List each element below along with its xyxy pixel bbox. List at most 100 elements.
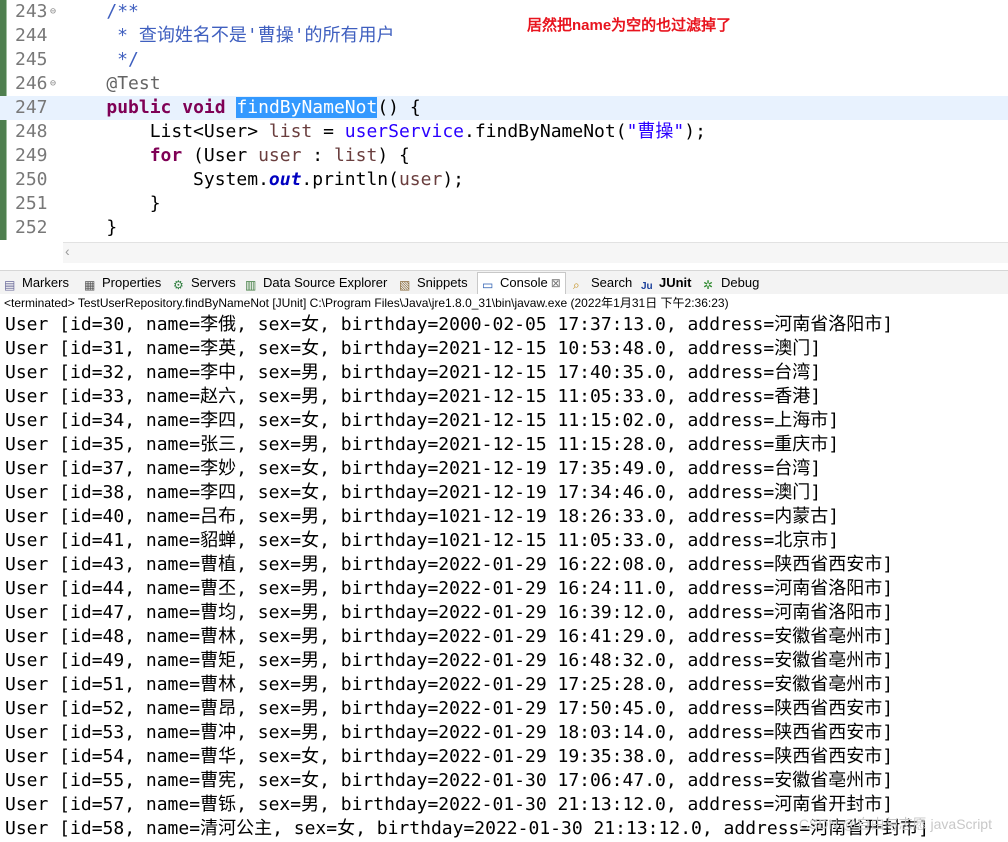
line-number: 249 (15, 145, 48, 166)
console-line: User [id=38, name=李四, sex=女, birthday=20… (5, 482, 822, 503)
console-line: User [id=34, name=李四, sex=女, birthday=20… (5, 410, 840, 431)
code-token: list (268, 121, 313, 142)
debug-icon: ✲ (703, 278, 714, 292)
code-token: user (258, 145, 302, 166)
tab-search[interactable]: ⌕ Search (573, 274, 632, 294)
code-line[interactable]: 251 } (0, 192, 1008, 216)
code-token: */ (63, 49, 139, 70)
code-token: } (63, 193, 161, 214)
tab-snippets[interactable]: ▧ Snippets (399, 274, 468, 294)
tab-label: Snippets (417, 275, 468, 290)
code-line[interactable]: 247 public void findByNameNot() { (0, 96, 1008, 120)
code-token: void (182, 97, 226, 118)
code-token: out (268, 169, 302, 190)
console-line: User [id=53, name=曹冲, sex=男, birthday=20… (5, 722, 894, 743)
code-text: @Test (63, 72, 161, 96)
code-token: * 查询姓名不是'曹操'的所有用户 (63, 25, 395, 46)
view-tab-bar: ▤ Markers ▦ Properties ⚙ Servers ▥ Data Source … (0, 270, 1008, 295)
code-line[interactable]: 245 */ (0, 48, 1008, 72)
line-number: 244 (15, 25, 48, 46)
console-line: User [id=31, name=李英, sex=女, birthday=20… (5, 338, 822, 359)
code-text: } (63, 216, 117, 240)
tab-label: Debug (721, 275, 760, 290)
code-token: List<User> (63, 121, 269, 142)
code-line[interactable]: 244 * 查询姓名不是'曹操'的所有用户 (0, 24, 1008, 48)
code-line[interactable]: 243 ⊖ /** (0, 0, 1008, 24)
console-line: User [id=48, name=曹林, sex=男, birthday=20… (5, 626, 894, 647)
line-number: 251 (15, 193, 48, 214)
code-token: /** (106, 1, 139, 22)
console-line: User [id=41, name=貂蝉, sex=女, birthday=10… (5, 530, 840, 551)
code-token: ) { (377, 145, 410, 166)
console-line: User [id=51, name=曹林, sex=男, birthday=20… (5, 674, 894, 695)
code-text: */ (63, 48, 139, 72)
code-token: userService (344, 121, 464, 142)
search-icon: ⌕ (573, 278, 580, 292)
console-line: User [id=43, name=曹植, sex=男, birthday=20… (5, 554, 894, 575)
code-line[interactable]: 246 ⊖ @Test (0, 72, 1008, 96)
code-token: } (63, 217, 118, 238)
code-text: System.out.println(user); (63, 168, 464, 192)
console-status: <terminated> TestUserRepository.findByNa… (0, 294, 1008, 312)
code-token: () { (377, 97, 421, 118)
line-number: 252 (15, 217, 48, 238)
code-token: ); (684, 121, 706, 142)
console-line: User [id=49, name=曹矩, sex=男, birthday=20… (5, 650, 894, 671)
console-icon: ▭ (482, 278, 494, 292)
fold-toggle-icon[interactable]: ⊖ (50, 72, 56, 96)
close-icon[interactable]: ⊠ (551, 276, 561, 290)
tab-servers[interactable]: ⚙ Servers (173, 274, 236, 294)
tab-properties[interactable]: ▦ Properties (84, 274, 161, 294)
scroll-left-icon[interactable]: ‹ (65, 243, 70, 259)
tab-debug[interactable]: ✲ Debug (703, 274, 759, 294)
code-token: = (312, 121, 345, 142)
code-token: (User (182, 145, 259, 166)
tab-junit[interactable]: Ju JUnit (641, 274, 692, 294)
code-line[interactable]: 248 List<User> list = userService.findBy… (0, 120, 1008, 144)
code-token: .println( (301, 169, 399, 190)
tab-label: Data Source Explorer (263, 275, 388, 290)
line-number: 243 (15, 1, 48, 22)
code-editor[interactable]: 243 ⊖ /** 244 * 查询姓名不是'曹操'的所有用户 245 */246 ⊖ … (0, 0, 1008, 263)
console-output[interactable]: User [id=30, name=李俄, sex=女, birthday=20… (0, 313, 1008, 842)
line-number: 247 (15, 97, 48, 118)
code-text: * 查询姓名不是'曹操'的所有用户 (63, 24, 395, 48)
console-line: User [id=40, name=吕布, sex=男, birthday=10… (5, 506, 840, 527)
code-line[interactable]: 252 } (0, 216, 1008, 240)
console-line: User [id=30, name=李俄, sex=女, birthday=20… (5, 314, 894, 335)
selected-token: findByNameNot (236, 97, 378, 118)
code-text: List<User> list = userService.findByName… (63, 120, 706, 144)
code-token: public (106, 97, 172, 118)
code-token: .findByNameNot( (464, 121, 627, 142)
horizontal-scrollbar[interactable]: ‹ (63, 242, 1008, 263)
line-number: 248 (15, 121, 48, 142)
line-number: 245 (15, 49, 48, 70)
code-token: System. (63, 169, 269, 190)
console-line: User [id=52, name=曹昂, sex=男, birthday=20… (5, 698, 894, 719)
data-source-icon: ▥ (245, 278, 257, 292)
code-token: ); (442, 169, 465, 190)
tab-label: JUnit (659, 275, 692, 290)
console-line: User [id=33, name=赵六, sex=男, birthday=20… (5, 386, 822, 407)
console-line: User [id=37, name=李妙, sex=女, birthday=20… (5, 458, 822, 479)
code-token: @Test (106, 73, 161, 94)
code-text: } (63, 192, 161, 216)
properties-icon: ▦ (84, 278, 96, 292)
tab-console[interactable]: ▭ Console ⊠ (477, 272, 566, 295)
console-line: User [id=54, name=曹华, sex=女, birthday=20… (5, 746, 894, 767)
tab-label: Properties (102, 275, 162, 290)
code-line[interactable]: 250 System.out.println(user); (0, 168, 1008, 192)
code-text: /** (63, 0, 139, 24)
fold-toggle-icon[interactable]: ⊖ (50, 0, 56, 24)
code-text: for (User user : list) { (63, 144, 410, 168)
code-line[interactable]: 249 for (User user : list) { (0, 144, 1008, 168)
console-line: User [id=44, name=曹丕, sex=男, birthday=20… (5, 578, 894, 599)
tab-markers[interactable]: ▤ Markers (4, 274, 69, 294)
tab-label: Console (500, 275, 548, 290)
tab-data-source-explorer[interactable]: ▥ Data Source Explorer (245, 274, 387, 294)
